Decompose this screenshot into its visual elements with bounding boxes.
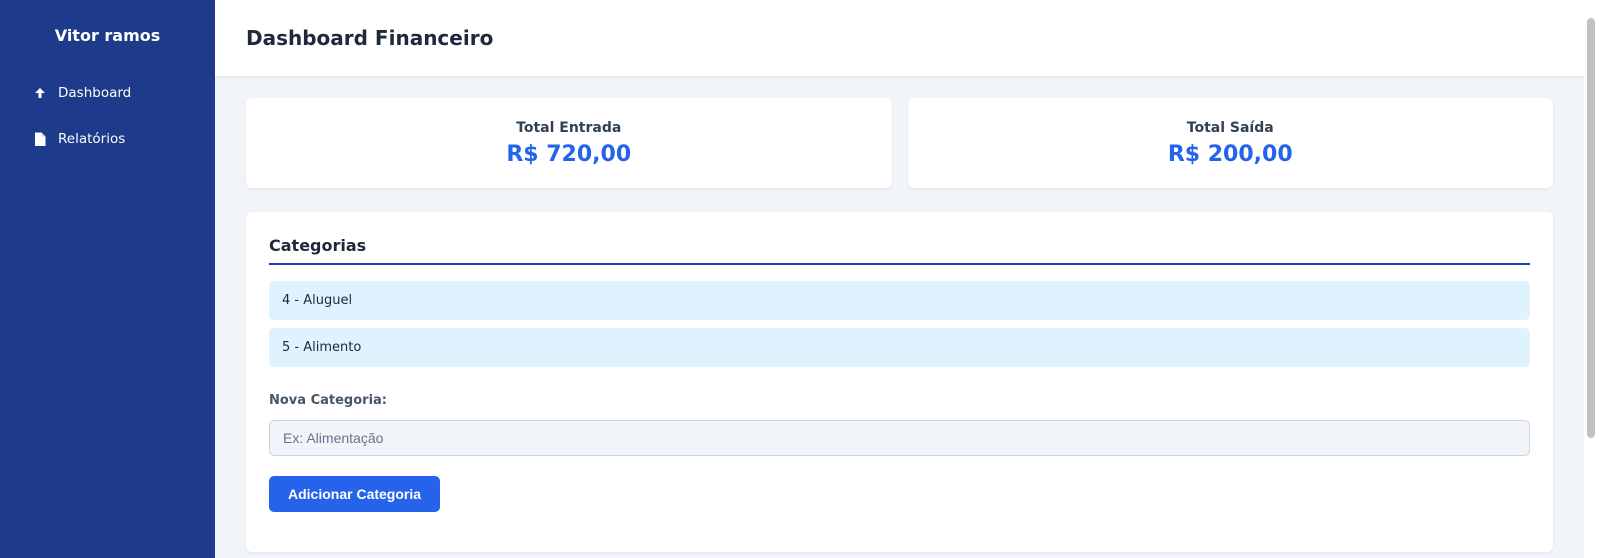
add-category-button[interactable]: Adicionar Categoria	[269, 476, 441, 512]
scrollbar[interactable]	[1584, 0, 1599, 558]
content: Total Entrada R$ 720,00 Total Saída R$ 2…	[215, 76, 1599, 552]
main-area: Dashboard Financeiro Total Entrada R$ 72…	[215, 0, 1599, 558]
arrow-up-icon	[32, 85, 48, 101]
stat-label: Total Entrada	[516, 119, 622, 136]
sidebar-item-dashboard[interactable]: Dashboard	[0, 70, 215, 116]
scrollbar-thumb[interactable]	[1587, 18, 1595, 438]
topbar: Dashboard Financeiro	[215, 0, 1599, 76]
page-title: Dashboard Financeiro	[246, 26, 494, 50]
app: Vitor ramos Dashboard Relatórios Dashboa…	[0, 0, 1599, 558]
category-list: 4 - Aluguel 5 - Alimento	[269, 281, 1530, 367]
new-category-label: Nova Categoria:	[269, 393, 388, 408]
stat-value: R$ 720,00	[506, 141, 632, 167]
list-item: 5 - Alimento	[269, 328, 1530, 367]
stats-row: Total Entrada R$ 720,00 Total Saída R$ 2…	[246, 98, 1553, 188]
stat-value: R$ 200,00	[1167, 141, 1293, 167]
categories-panel: Categorias 4 - Aluguel 5 - Alimento Nova…	[246, 212, 1553, 552]
sidebar-item-label: Dashboard	[58, 85, 132, 101]
stat-card-saida: Total Saída R$ 200,00	[907, 98, 1553, 188]
document-icon	[32, 131, 48, 147]
sidebar-item-label: Relatórios	[58, 131, 126, 147]
sidebar-item-relatorios[interactable]: Relatórios	[0, 116, 215, 162]
panel-title: Categorias	[269, 236, 1530, 265]
sidebar: Vitor ramos Dashboard Relatórios	[0, 0, 215, 558]
list-item: 4 - Aluguel	[269, 281, 1530, 320]
stat-label: Total Saída	[1186, 119, 1274, 136]
stat-card-entrada: Total Entrada R$ 720,00	[246, 98, 892, 188]
new-category-input[interactable]	[269, 420, 1530, 456]
brand-name: Vitor ramos	[54, 25, 161, 45]
